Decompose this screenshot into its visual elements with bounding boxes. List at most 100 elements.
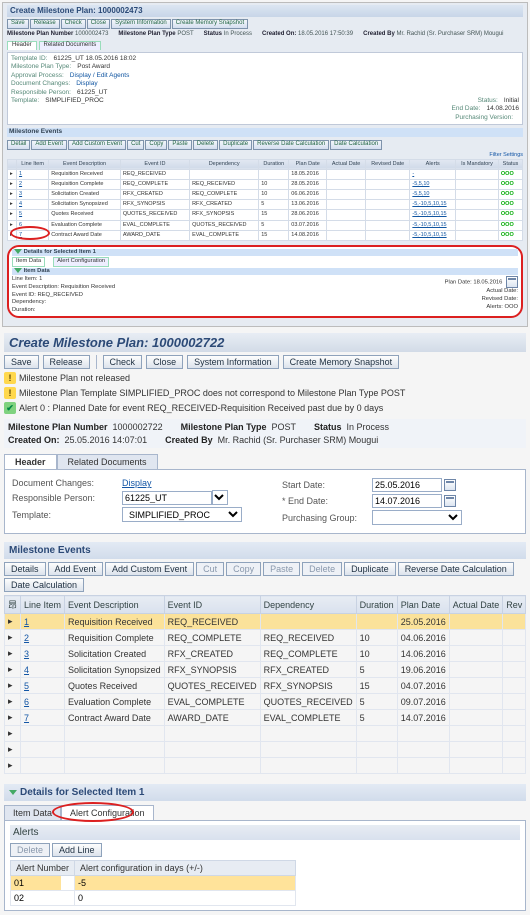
- ts-filter-link[interactable]: Filter Settings: [7, 152, 523, 159]
- purchasing-group-select[interactable]: [372, 510, 462, 525]
- line-item-link[interactable]: 5: [24, 681, 29, 691]
- expand-icon[interactable]: ▸: [5, 694, 21, 710]
- detail-tab-item-data[interactable]: Item Data: [4, 805, 61, 820]
- date-calc-button[interactable]: Date Calculation: [4, 578, 84, 592]
- alert-add-line-button[interactable]: Add Line: [52, 843, 102, 857]
- release-button[interactable]: Release: [43, 355, 90, 369]
- paste-button[interactable]: Paste: [263, 562, 300, 576]
- expand-icon[interactable]: ▸: [5, 614, 21, 630]
- delete-button[interactable]: Delete: [302, 562, 342, 576]
- line-item-link[interactable]: 6: [24, 697, 29, 707]
- col-desc[interactable]: Event Description: [65, 596, 165, 614]
- table-row[interactable]: ▸: [5, 758, 526, 774]
- col-line-item[interactable]: Line Item: [21, 596, 65, 614]
- ts-ev-btn[interactable]: Add Event: [31, 140, 67, 150]
- table-row[interactable]: ▸ 5 Quotes Received QUOTES_RECEIVED RFX_…: [5, 678, 526, 694]
- ts-btn[interactable]: Release: [30, 19, 60, 29]
- line-item-link[interactable]: 4: [24, 665, 29, 675]
- ts-ev-btn[interactable]: Reverse Date Calculation: [253, 140, 329, 150]
- col-expand: 昂: [5, 596, 21, 614]
- alerts-table: Alert Number Alert configuration in days…: [10, 860, 296, 906]
- table-row[interactable]: ▸ 3 Solicitation Created RFX_CREATED REQ…: [5, 646, 526, 662]
- table-row[interactable]: ▸ 1 Requisition Received REQ_RECEIVED 25…: [5, 614, 526, 630]
- details-button[interactable]: Details: [4, 562, 46, 576]
- save-button[interactable]: Save: [4, 355, 39, 369]
- ts-btn[interactable]: System Information: [111, 19, 171, 29]
- alert-number-input[interactable]: [11, 891, 61, 905]
- add-custom-event-button[interactable]: Add Custom Event: [105, 562, 194, 576]
- end-date-input[interactable]: [372, 494, 442, 508]
- col-eid[interactable]: Event ID: [164, 596, 260, 614]
- ts-tab-related[interactable]: Related Documents: [39, 41, 102, 50]
- line-item-link[interactable]: 7: [24, 713, 29, 723]
- line-item-link[interactable]: 1: [24, 617, 29, 627]
- line-item-link[interactable]: 2: [24, 633, 29, 643]
- calendar-icon[interactable]: [444, 479, 456, 491]
- tab-related-documents[interactable]: Related Documents: [57, 454, 158, 469]
- col-alert-number[interactable]: Alert Number: [11, 861, 75, 876]
- ts-detail-tab-item[interactable]: Item Data: [12, 257, 45, 267]
- responsible-person-dropdown[interactable]: [212, 490, 228, 505]
- alert-number-input[interactable]: [11, 876, 61, 890]
- memory-snapshot-button[interactable]: Create Memory Snapshot: [283, 355, 400, 369]
- ts-ev-btn[interactable]: Copy: [145, 140, 167, 150]
- ts-event-toolbar: DetailAdd EventAdd Custom EventCutCopyPa…: [7, 140, 523, 150]
- col-alert-config[interactable]: Alert configuration in days (+/-): [75, 861, 296, 876]
- responsible-person-input[interactable]: [122, 491, 212, 505]
- system-information-button[interactable]: System Information: [187, 355, 279, 369]
- display-doc-changes-link[interactable]: Display: [122, 478, 152, 488]
- cut-button[interactable]: Cut: [196, 562, 224, 576]
- col-dep[interactable]: Dependency: [260, 596, 356, 614]
- expand-icon[interactable]: ▸: [5, 678, 21, 694]
- alert-config-input[interactable]: [75, 876, 295, 890]
- ts-btn[interactable]: Check: [61, 19, 86, 29]
- calendar-icon[interactable]: [506, 276, 518, 288]
- detail-tab-alert-config[interactable]: Alert Configuration: [61, 805, 154, 820]
- table-row[interactable]: ▸: [5, 742, 526, 758]
- milestone-events-header: Milestone Events: [4, 542, 526, 559]
- warning-icon: !: [4, 372, 16, 384]
- calendar-icon[interactable]: [444, 495, 456, 507]
- table-row[interactable]: ▸ 6 Evaluation Complete EVAL_COMPLETE QU…: [5, 694, 526, 710]
- detail-tabs: Item Data Alert Configuration: [4, 805, 526, 820]
- ts-btn[interactable]: Save: [7, 19, 29, 29]
- table-row[interactable]: ▸ 2 Requisition Complete REQ_COMPLETE RE…: [5, 630, 526, 646]
- close-button[interactable]: Close: [146, 355, 183, 369]
- table-row[interactable]: ▸ 7 Contract Award Date AWARD_DATE EVAL_…: [5, 710, 526, 726]
- line-item-link[interactable]: 3: [24, 649, 29, 659]
- tab-header[interactable]: Header: [4, 454, 57, 469]
- alert-row[interactable]: [11, 891, 296, 906]
- duplicate-button[interactable]: Duplicate: [344, 562, 396, 576]
- ts-btn[interactable]: Close: [87, 19, 110, 29]
- ts-ev-btn[interactable]: Date Calculation: [330, 140, 382, 150]
- col-dur[interactable]: Duration: [356, 596, 397, 614]
- alert-row[interactable]: [11, 876, 296, 891]
- add-event-button[interactable]: Add Event: [48, 562, 104, 576]
- ts-ev-btn[interactable]: Delete: [193, 140, 218, 150]
- table-row[interactable]: ▸ 4 Solicitation Synopsized RFX_SYNOPSIS…: [5, 662, 526, 678]
- start-date-input[interactable]: [372, 478, 442, 492]
- alert-config-input[interactable]: [75, 891, 295, 905]
- col-act[interactable]: Actual Date: [449, 596, 503, 614]
- expand-icon[interactable]: ▸: [5, 710, 21, 726]
- col-plan[interactable]: Plan Date: [397, 596, 449, 614]
- reverse-date-calc-button[interactable]: Reverse Date Calculation: [398, 562, 514, 576]
- template-select[interactable]: SIMPLIFIED_PROC: [122, 507, 242, 522]
- ts-ev-btn[interactable]: Paste: [168, 140, 191, 150]
- ts-ev-btn[interactable]: Cut: [127, 140, 144, 150]
- col-rev[interactable]: Rev: [503, 596, 526, 614]
- table-row[interactable]: ▸: [5, 726, 526, 742]
- ts-tab-header[interactable]: Header: [7, 41, 37, 50]
- ts-detail-tab-alert[interactable]: Alert Configuration: [53, 257, 109, 267]
- expand-icon[interactable]: ▸: [5, 662, 21, 678]
- ts-ev-btn[interactable]: Duplicate: [219, 140, 252, 150]
- collapse-icon[interactable]: [9, 790, 17, 795]
- alert-delete-button[interactable]: Delete: [10, 843, 50, 857]
- expand-icon[interactable]: ▸: [5, 630, 21, 646]
- expand-icon[interactable]: ▸: [5, 646, 21, 662]
- check-button[interactable]: Check: [103, 355, 143, 369]
- ts-btn[interactable]: Create Memory Snapshot: [172, 19, 248, 29]
- ts-ev-btn[interactable]: Add Custom Event: [68, 140, 126, 150]
- copy-button[interactable]: Copy: [226, 562, 261, 576]
- ts-ev-btn[interactable]: Detail: [7, 140, 30, 150]
